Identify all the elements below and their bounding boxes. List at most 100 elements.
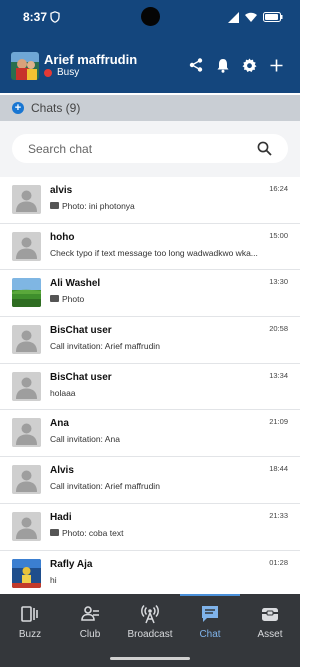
app-screen: 8:37 Arief maffrudin Busy + Chats (9) Se… [0, 0, 300, 667]
buzz-icon [19, 604, 41, 624]
nav-label: Club [79, 629, 101, 640]
chat-name: Rafly Aja [50, 558, 93, 570]
user-avatar-image [11, 52, 39, 80]
chat-list-item[interactable]: hoho Check typo if text message too long… [0, 223, 300, 271]
camera-icon [50, 202, 59, 209]
chat-name: Hadi [50, 511, 72, 523]
chat-preview: Call invitation: Arief maffrudin [50, 341, 260, 351]
bell-icon[interactable] [215, 57, 231, 73]
battery-icon [263, 12, 283, 22]
chat-name: hoho [50, 231, 75, 243]
asset-icon [259, 604, 281, 624]
avatar [12, 325, 41, 355]
default-avatar-icon [12, 511, 41, 541]
chats-count-label: Chats (9) [31, 101, 81, 115]
chat-name: Ana [50, 418, 69, 430]
avatar [12, 511, 41, 541]
chat-preview: Check typo if text message too long wadw… [50, 248, 260, 258]
chat-list-item[interactable]: Ana Call invitation: Ana 21:09 [0, 410, 300, 458]
signal-icon [228, 11, 239, 23]
presence-indicator [44, 69, 52, 77]
avatar [12, 185, 41, 214]
search-icon[interactable] [257, 141, 272, 156]
user-avatar[interactable] [11, 52, 39, 80]
nav-label: Broadcast [127, 629, 173, 640]
avatar [12, 371, 41, 401]
nav-label: Chat [199, 629, 221, 640]
chat-preview: Call invitation: Ana [50, 434, 260, 444]
chat-time: 21:33 [269, 510, 288, 520]
status-time: 8:37 [23, 10, 48, 24]
status-bar: 8:37 [0, 0, 300, 36]
app-header: 8:37 Arief maffrudin Busy [0, 0, 300, 93]
chat-time: 18:44 [269, 464, 288, 474]
club-icon [79, 604, 101, 624]
nav-item-club[interactable]: Club [60, 594, 120, 654]
chat-preview-text: hi [50, 574, 57, 585]
chat-preview: hi [50, 575, 260, 585]
avatar [12, 418, 41, 448]
status-icons [228, 10, 283, 24]
broadcast-icon [139, 604, 161, 624]
chat-list-item[interactable]: Alvis Call invitation: Arief maffrudin 1… [0, 457, 300, 504]
chat-preview-text: Photo [62, 294, 85, 305]
share-icon[interactable] [188, 57, 204, 73]
chat-preview-text: Photo: coba text [62, 527, 124, 538]
wifi-icon [245, 12, 257, 22]
chat-list: alvis Photo: ini photonya 16:24 hoho Che… [0, 177, 300, 594]
chat-time: 21:09 [269, 417, 288, 427]
chat-list-item[interactable]: Rafly Aja hi 01:28 [0, 550, 300, 594]
chat-list-item[interactable]: alvis Photo: ini photonya 16:24 [0, 177, 300, 224]
default-avatar-icon [12, 185, 41, 214]
default-avatar-icon [12, 325, 41, 355]
home-indicator [110, 657, 190, 660]
camera-icon [50, 528, 59, 536]
default-avatar-icon [12, 418, 41, 448]
chat-name: BisChat user [50, 371, 112, 383]
user-name: Arief maffrudin [44, 52, 138, 67]
search-area [0, 121, 300, 177]
default-avatar-icon [12, 231, 41, 261]
camera-cutout [141, 7, 160, 26]
add-circle-icon: + [12, 102, 24, 114]
chat-preview: Photo: ini photonya [50, 201, 260, 211]
nav-label: Asset [257, 629, 283, 640]
search-bar[interactable] [12, 134, 288, 163]
chat-list-item[interactable]: BisChat user Call invitation: Arief maff… [0, 317, 300, 364]
chat-list-item[interactable]: Ali Washel Photo 13:30 [0, 270, 300, 318]
chat-time: 13:34 [269, 370, 288, 380]
chat-preview-text: Call invitation: Ana [50, 434, 120, 445]
chats-section-header[interactable]: + Chats (9) [0, 95, 300, 121]
default-avatar-icon [12, 371, 41, 401]
chat-preview-text: Photo: ini photonya [62, 201, 135, 211]
avatar [12, 465, 41, 495]
camera-icon [50, 295, 59, 303]
presence-status[interactable]: Busy [57, 67, 79, 78]
chat-time: 16:24 [269, 184, 288, 193]
chat-name: BisChat user [50, 325, 112, 337]
nav-item-broadcast[interactable]: Broadcast [120, 594, 180, 654]
nav-label: Buzz [18, 629, 42, 640]
plus-icon[interactable] [268, 57, 284, 73]
search-input[interactable] [28, 140, 248, 157]
chat-list-item[interactable]: Hadi Photo: coba text 21:33 [0, 503, 300, 551]
avatar [12, 278, 41, 308]
chat-name: Ali Washel [50, 278, 101, 290]
chat-preview-text: Call invitation: Arief maffrudin [50, 481, 160, 492]
nav-item-asset[interactable]: Asset [240, 594, 300, 654]
avatar [12, 231, 41, 261]
chat-preview: Photo [50, 294, 260, 304]
chat-preview-text: holaaa [50, 387, 76, 398]
default-avatar-icon [12, 465, 41, 495]
chat-name: Alvis [50, 465, 74, 477]
chat-time: 20:58 [269, 324, 288, 334]
chat-time: 01:28 [269, 557, 288, 567]
avatar [12, 558, 41, 588]
chat-icon [199, 604, 221, 624]
chat-name: alvis [50, 185, 73, 196]
nav-item-chat[interactable]: Chat [180, 594, 240, 654]
nav-item-buzz[interactable]: Buzz [0, 594, 60, 654]
chat-time: 15:00 [269, 230, 288, 240]
chat-list-item[interactable]: BisChat user holaaa 13:34 [0, 363, 300, 411]
gear-icon[interactable] [241, 57, 257, 73]
